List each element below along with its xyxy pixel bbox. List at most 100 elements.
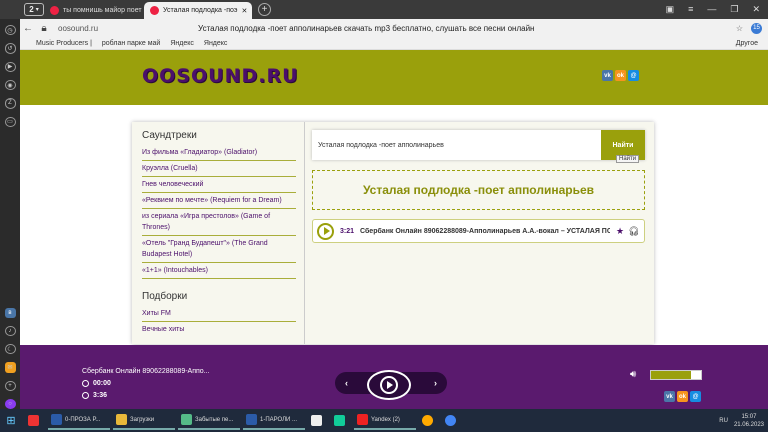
soundtrack-link[interactable]: из сериала «Игра престолов» (Game of Thr…: [142, 209, 296, 236]
history-icon[interactable]: ↺: [4, 43, 16, 54]
taskbar-item[interactable]: Забытые пе...: [178, 411, 240, 430]
add-icon[interactable]: +: [4, 380, 16, 391]
result-title: Усталая подлодка -поет апполинарьев: [362, 183, 595, 197]
taskbar-item[interactable]: 1-ПАРОЛИ ...: [243, 411, 305, 430]
volume-level: [651, 371, 691, 379]
search-box: Усталая подлодка -поет апполинарьев Найт…: [312, 130, 645, 160]
site-logo[interactable]: OOSOUND.RU: [142, 65, 299, 87]
taskbar: ⊞ 0-ПРОЗА Р... Загрузки Забытые пе... 1-…: [0, 409, 768, 432]
result-title-box: Усталая подлодка -поет апполинарьев: [312, 170, 645, 210]
new-tab-button[interactable]: +: [258, 3, 271, 16]
player-play-button[interactable]: [367, 370, 411, 400]
soundtrack-link[interactable]: Из фильма «Гладиатор» (Gladiator): [142, 145, 296, 161]
clock-icon: [82, 380, 89, 387]
tab-2-active[interactable]: Усталая подлодка -поэ ✕: [144, 2, 252, 19]
play-icon[interactable]: ▶: [4, 61, 16, 72]
back-icon[interactable]: ←: [20, 23, 36, 34]
soundtrack-link[interactable]: «Реквием по мечте» (Requiem for a Dream): [142, 193, 296, 209]
bookmark-icon[interactable]: ▣: [666, 4, 675, 15]
ok-share-icon[interactable]: ok: [677, 391, 688, 402]
search-input[interactable]: Усталая подлодка -поет апполинарьев: [312, 142, 601, 149]
close-tab-icon[interactable]: ✕: [237, 7, 247, 15]
chat-icon[interactable]: ▭: [4, 116, 16, 127]
track-duration: 3:21: [340, 227, 355, 235]
favorite-star-icon[interactable]: ★: [616, 226, 624, 237]
tab-count[interactable]: 2 ▾: [24, 3, 44, 16]
track-row[interactable]: 3:21 Сбербанк Онлайн 89062288089-Апполин…: [312, 219, 645, 243]
yandex-icon: [357, 414, 368, 425]
favorite-icon[interactable]: ☆: [736, 24, 743, 33]
taskbar-item[interactable]: Загрузки: [113, 411, 175, 430]
bookmark-item[interactable]: Music Producers |: [36, 40, 92, 47]
url-field[interactable]: oosound.ru: [58, 24, 98, 33]
app-icon: [181, 414, 192, 425]
taskbar-icon[interactable]: [308, 411, 328, 430]
collections-title: Подборки: [142, 291, 188, 302]
mail-icon[interactable]: ✉: [4, 362, 16, 373]
alice-icon[interactable]: ○: [4, 398, 16, 410]
zen-icon[interactable]: Z: [4, 98, 16, 109]
minimize-icon[interactable]: —: [707, 4, 716, 15]
downloads-badge[interactable]: 15: [751, 22, 762, 34]
track-play-button[interactable]: [317, 222, 334, 240]
windows-start-icon[interactable]: ⊞: [0, 409, 22, 432]
search-tooltip: Найти: [616, 155, 640, 163]
address-actions: ☆ 15: [736, 22, 768, 34]
soundtrack-link[interactable]: Круэлла (Cruella): [142, 161, 296, 177]
site-header: OOSOUND.RU vk ok @: [20, 50, 768, 105]
mailru-share-icon[interactable]: @: [690, 391, 701, 402]
taskbar-item[interactable]: 0-ПРОЗА Р...: [48, 411, 110, 430]
collection-link[interactable]: Хиты FM: [142, 306, 296, 322]
next-icon[interactable]: ›: [434, 378, 437, 388]
taskbar-icon[interactable]: [25, 411, 45, 430]
soundtrack-link[interactable]: Гнев человеческий: [142, 177, 296, 193]
bookmarks-bar: Music Producers | роблан парке май Яндек…: [20, 37, 768, 50]
vk-icon[interactable]: в: [4, 307, 16, 318]
total-time: 3:36: [93, 392, 108, 399]
volume-icon[interactable]: 🔊︎: [630, 369, 636, 380]
language-indicator[interactable]: RU: [719, 418, 728, 424]
social-links: vk ok @: [602, 70, 639, 81]
tab-1[interactable]: ты помнишь майор поет: [44, 2, 144, 19]
system-clock[interactable]: 15:07 21.06.2023: [734, 413, 764, 429]
tab-bar: 2 ▾ ты помнишь майор поет Усталая подлодк…: [0, 0, 768, 19]
taskbar-icon[interactable]: [331, 411, 351, 430]
left-column: Саундтреки Из фильма «Гладиатор» (Gladia…: [132, 122, 305, 344]
taskbar-item[interactable]: Yandex (2): [354, 411, 416, 430]
soundtrack-link[interactable]: «Отель "Гранд Будапешт"» (The Grand Buda…: [142, 236, 296, 263]
window-controls: ▣ ≡ — ❐ ✕: [666, 4, 768, 15]
maximize-icon[interactable]: ❐: [730, 4, 738, 15]
main-content: Саундтреки Из фильма «Гладиатор» (Gladia…: [132, 122, 654, 344]
tab-label: Усталая подлодка -поэ: [163, 7, 238, 14]
elapsed-time: 00:00: [93, 380, 111, 387]
soundtrack-link[interactable]: «1+1» (Intouchables): [142, 263, 296, 279]
bookmark-item[interactable]: Яндекс: [170, 40, 194, 47]
taskbar-icon[interactable]: [442, 411, 462, 430]
headphones-icon[interactable]: 🎧︎: [628, 226, 639, 237]
bookmark-item[interactable]: роблан парке май: [102, 40, 160, 47]
collections-icon[interactable]: ◉: [4, 79, 16, 91]
audio-player: Сбербанк Онлайн 89062288089-Аппо... 00:0…: [20, 345, 768, 409]
tab-favicon-icon: [50, 6, 59, 15]
previous-icon[interactable]: ‹: [345, 378, 348, 388]
bookmark-item[interactable]: Яндекс: [204, 40, 228, 47]
moon-icon[interactable]: ☾: [4, 344, 16, 355]
taskbar-icon[interactable]: [419, 411, 439, 430]
close-window-icon[interactable]: ✕: [752, 4, 760, 15]
ok-share-icon[interactable]: ok: [615, 70, 626, 81]
tab-favicon-icon: [150, 6, 159, 15]
clock-icon[interactable]: ◷: [4, 25, 16, 36]
vk-share-icon[interactable]: vk: [664, 391, 675, 402]
music-icon[interactable]: ♪: [4, 325, 16, 337]
system-tray: RU 15:07 21.06.2023: [719, 413, 768, 429]
lock-icon[interactable]: 🔒︎: [36, 23, 52, 34]
player-elapsed: 00:00: [82, 380, 111, 387]
vk-share-icon[interactable]: vk: [602, 70, 613, 81]
bookmarks-more[interactable]: Другое: [736, 40, 768, 47]
menu-icon[interactable]: ≡: [688, 4, 693, 15]
track-title[interactable]: Сбербанк Онлайн 89062288089-Апполинарьев…: [360, 228, 610, 235]
player-track-title: Сбербанк Онлайн 89062288089-Аппо...: [82, 368, 210, 375]
collection-link[interactable]: Вечные хиты: [142, 322, 296, 337]
mailru-share-icon[interactable]: @: [628, 70, 639, 81]
volume-slider[interactable]: [650, 370, 702, 380]
